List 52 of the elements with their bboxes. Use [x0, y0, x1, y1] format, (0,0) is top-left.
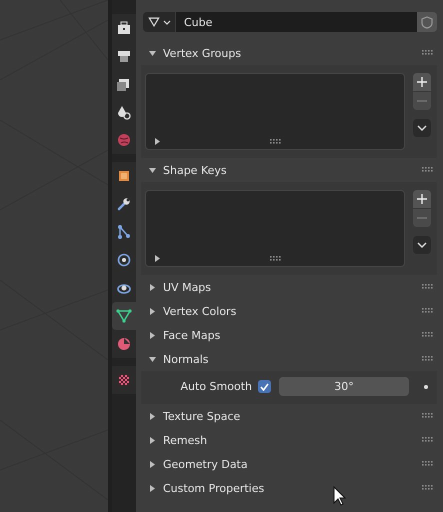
triangle-mesh-icon	[115, 307, 133, 325]
expand-triangle-icon	[149, 484, 156, 492]
add-button[interactable]	[413, 73, 431, 91]
checkbox[interactable]	[258, 380, 271, 393]
chevron-down-icon	[417, 242, 427, 248]
expand-triangle-icon	[149, 284, 156, 290]
expand-triangle-icon	[154, 138, 161, 145]
grip-icon[interactable]	[422, 167, 433, 173]
panel-header[interactable]: Shape Keys	[141, 158, 437, 182]
grip-icon[interactable]	[422, 356, 433, 362]
grip-icon[interactable]	[422, 413, 433, 419]
expand-triangle-icon	[149, 460, 156, 468]
chevron-down-icon	[417, 125, 427, 131]
grip-icon[interactable]	[422, 308, 433, 314]
grip-icon[interactable]	[270, 139, 280, 145]
collapse-triangle-icon	[149, 50, 156, 56]
expand-triangle-icon	[154, 255, 161, 262]
globe-icon	[115, 131, 133, 149]
grip-icon[interactable]	[270, 256, 280, 262]
panel-header[interactable]: Vertex Groups	[141, 41, 437, 65]
expand-triangle-icon	[149, 308, 156, 314]
collapse-triangle-icon	[149, 356, 156, 362]
plus-icon	[417, 194, 427, 204]
expand-triangle-icon	[149, 332, 156, 338]
grip-icon[interactable]	[422, 461, 433, 467]
menu-button[interactable]	[413, 119, 431, 137]
collapse-triangle-icon	[149, 166, 156, 174]
auto-smooth-label: Auto Smooth	[180, 380, 252, 393]
angle-field[interactable]: 30°	[279, 377, 409, 396]
plus-icon	[417, 77, 427, 87]
grip-icon[interactable]	[422, 485, 433, 491]
orbit-icon	[115, 251, 133, 269]
panel-header[interactable]: Normals	[141, 347, 437, 371]
grip-icon[interactable]	[422, 284, 433, 290]
grip-icon[interactable]	[422, 50, 433, 56]
chevron-down-icon	[163, 20, 171, 24]
toolbox-icon	[115, 19, 133, 37]
data-type-button[interactable]	[143, 12, 175, 32]
mouse-cursor-icon	[333, 486, 346, 506]
particles-icon	[115, 223, 133, 241]
shield-icon	[421, 16, 433, 28]
expand-triangle-icon	[149, 436, 156, 444]
add-button[interactable]	[413, 190, 431, 208]
grip-icon[interactable]	[422, 437, 433, 443]
expand-triangle-icon	[149, 412, 156, 420]
name-field[interactable]: Cube	[175, 12, 417, 32]
fake-user-button[interactable]	[417, 12, 437, 32]
properties-tab[interactable]	[112, 302, 136, 330]
grip-icon[interactable]	[422, 332, 433, 338]
check-icon	[260, 382, 269, 390]
menu-button[interactable]	[413, 236, 431, 254]
triangle-mesh-icon	[147, 15, 161, 29]
